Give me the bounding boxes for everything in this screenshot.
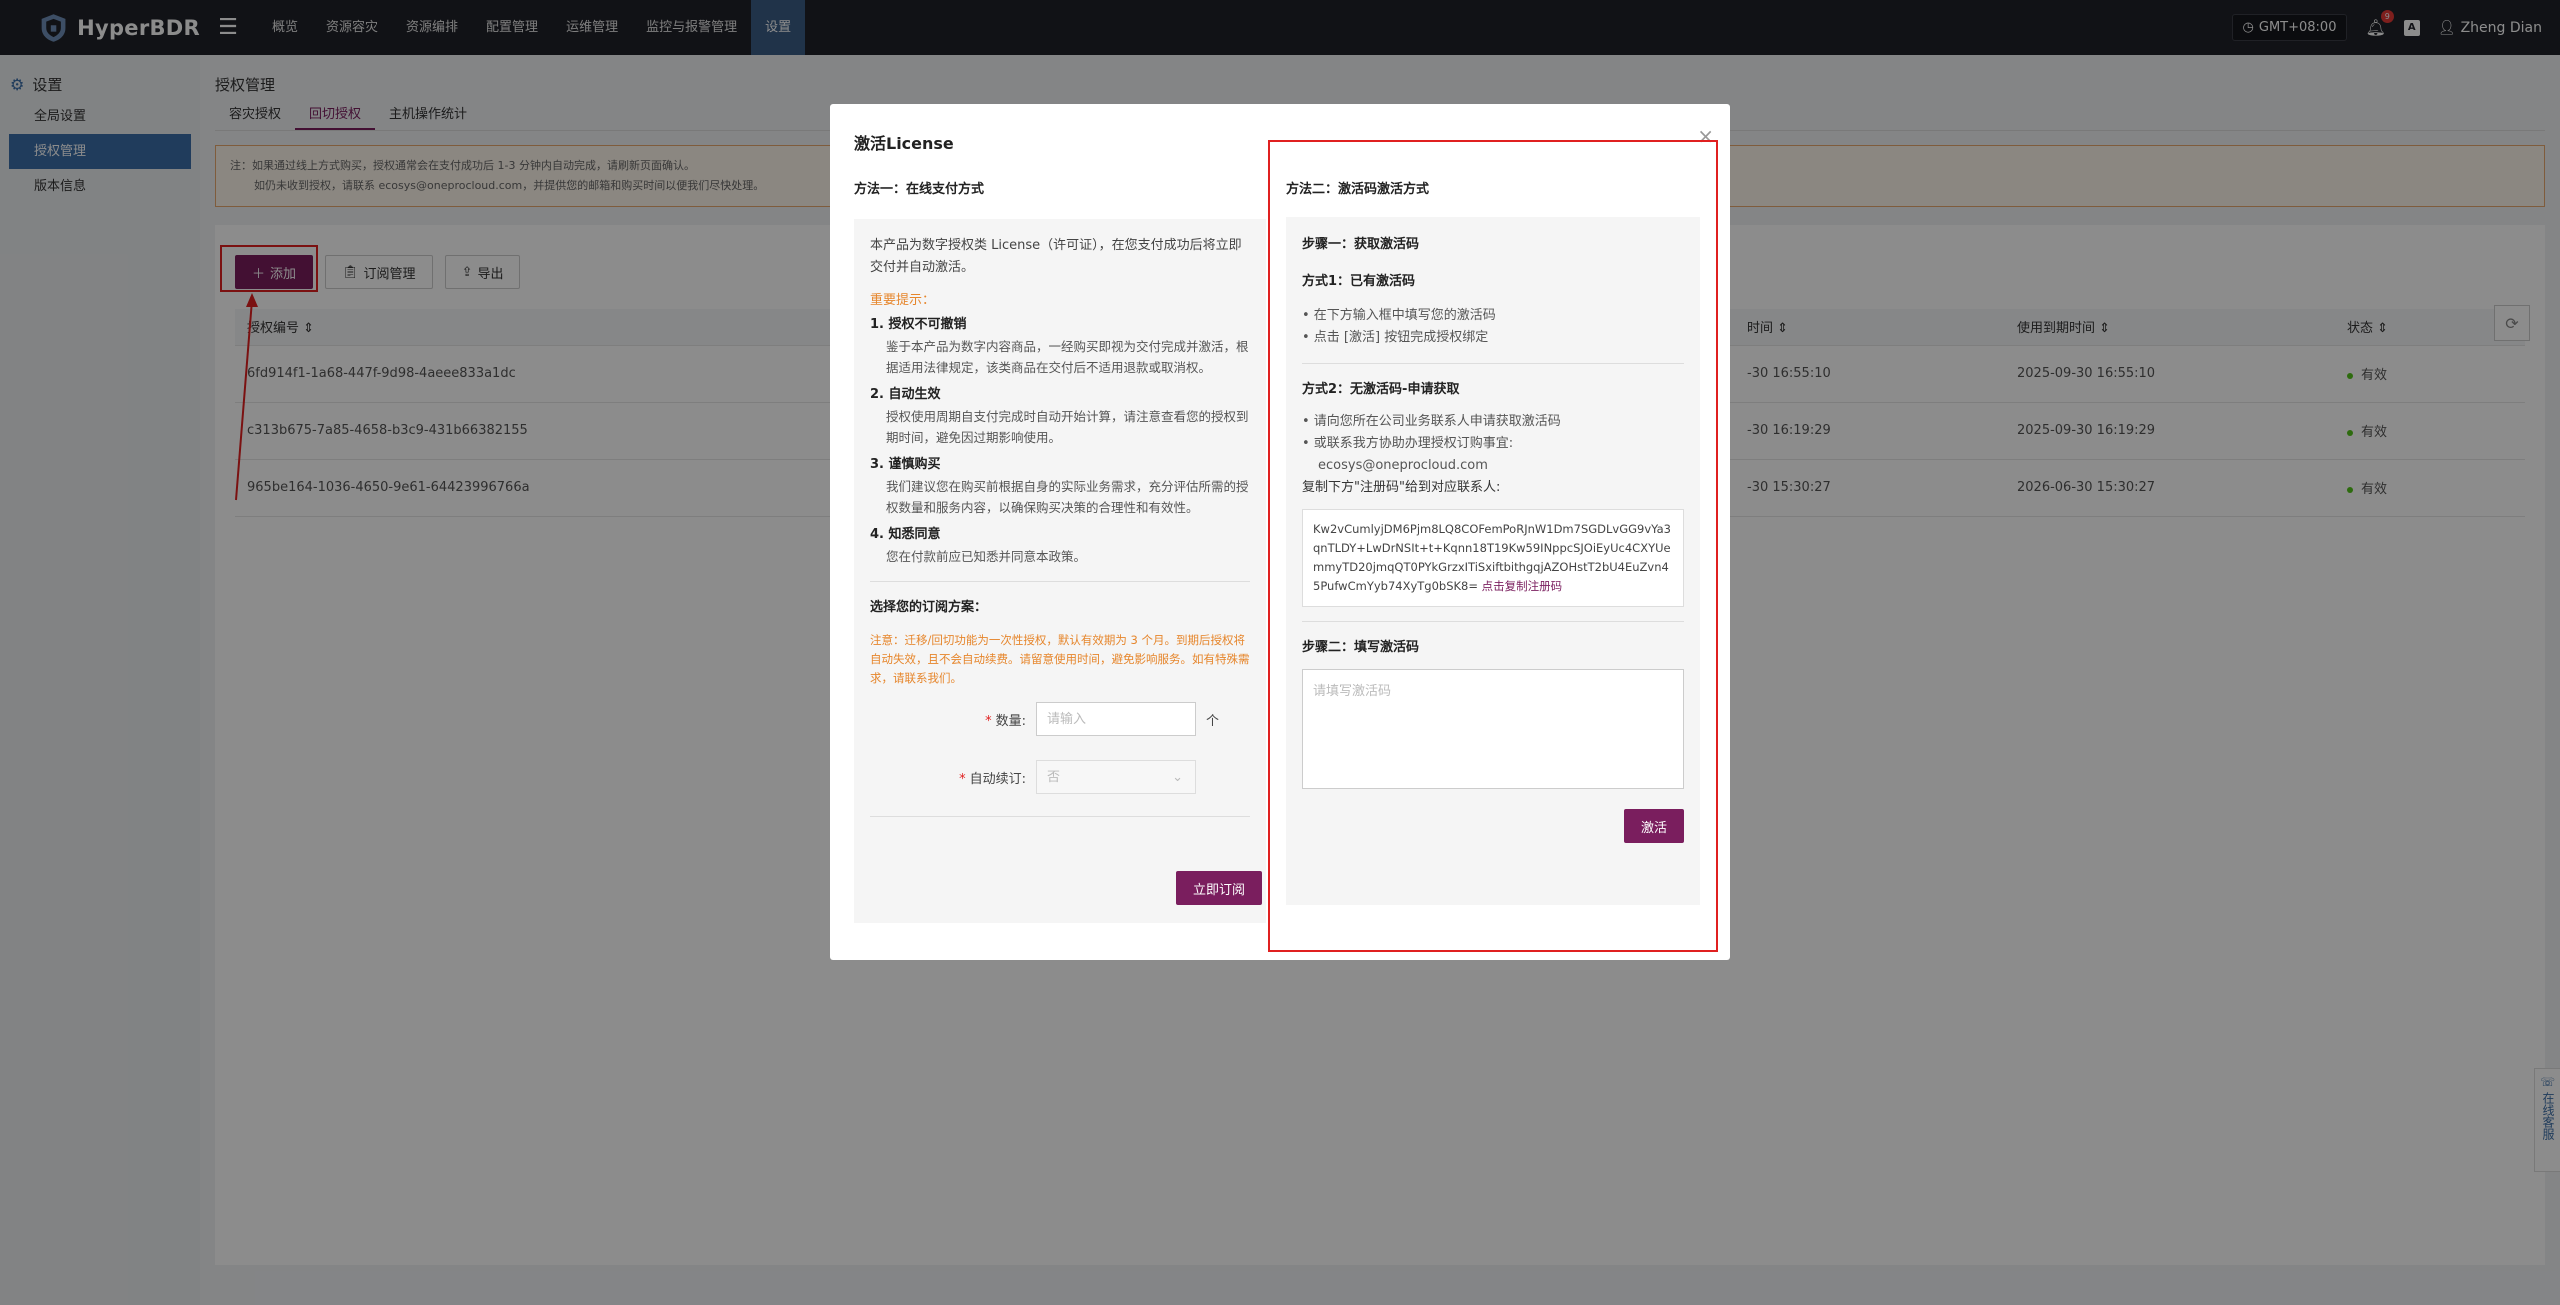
method-two-heading: 方法二：激活码激活方式	[1286, 182, 1430, 197]
contact-email[interactable]: ecosys@oneprocloud.com	[1302, 455, 1684, 477]
way-one-bullet: • 在下方输入框中填写您的激活码	[1302, 308, 1496, 323]
chevron-down-icon: ⌄	[1172, 770, 1183, 785]
payment-intro: 本产品为数字授权类 License（许可证），在您支付成功后将立即交付并自动激活…	[870, 238, 1242, 275]
point-text: 您在付款前应已知悉并同意本政策。	[886, 549, 1087, 564]
point-title: 3. 谨慎购买	[870, 457, 941, 472]
online-payment-section: 方法一：在线支付方式 本产品为数字授权类 License（许可证），在您支付成功…	[854, 178, 1266, 923]
point-text: 鉴于本产品为数字内容商品，一经购买即视为交付完成并激活，根据适用法律规定，该类商…	[886, 339, 1249, 375]
activation-code-input[interactable]: 请填写激活码	[1302, 669, 1684, 789]
point-text: 我们建议您在购买前根据自身的实际业务需求，充分评估所需的授权数量和服务内容，以确…	[886, 479, 1249, 515]
auto-renew-value: 否	[1047, 770, 1061, 785]
plan-note: 注意：迁移/回切功能为一次性授权，默认有效期为 3 个月。到期后授权将自动失效，…	[870, 633, 1250, 685]
quantity-row: * 数量: 请输入 个	[870, 702, 1250, 736]
subscribe-now-button[interactable]: 立即订阅	[1175, 871, 1262, 905]
registration-code-box: Kw2vCumlyjDM6Pjm8LQ8COFemPoRJnW1Dm7SGDLv…	[1302, 509, 1684, 607]
point-title: 4. 知悉同意	[870, 527, 941, 542]
method-one-heading: 方法一：在线支付方式	[854, 182, 985, 197]
auto-renew-row: * 自动续订: 否 ⌄	[870, 760, 1250, 794]
plan-title: 选择您的订阅方案：	[870, 600, 988, 615]
divider	[870, 816, 1250, 817]
auto-renew-select[interactable]: 否 ⌄	[1036, 760, 1196, 794]
activation-code-box: 步骤一：获取激活码 方式1：已有激活码 • 在下方输入框中填写您的激活码 • 点…	[1286, 217, 1700, 905]
activate-button[interactable]: 激活	[1623, 809, 1684, 843]
divider	[1302, 621, 1684, 622]
point-text: 授权使用周期自支付完成时自动开始计算，请注意查看您的授权到期时间，避免因过期影响…	[886, 409, 1249, 445]
way-two-bullet: • 或联系我方协助办理授权订购事宜:	[1302, 436, 1514, 451]
quantity-label: * 数量:	[985, 713, 1026, 729]
point-title: 1. 授权不可撤销	[870, 317, 967, 332]
copy-instruction: 复制下方"注册码"给到对应联系人:	[1302, 480, 1501, 495]
way-one-heading: 方式1：已有激活码	[1302, 274, 1416, 289]
important-tips-heading: 重要提示：	[870, 293, 936, 308]
divider	[1302, 363, 1684, 364]
copy-registration-code-link[interactable]: 点击复制注册码	[1482, 579, 1563, 593]
step-one-heading: 步骤一：获取激活码	[1302, 237, 1420, 252]
activate-license-modal: 激活License × 方法一：在线支付方式 本产品为数字授权类 License…	[830, 104, 1730, 960]
point-title: 2. 自动生效	[870, 387, 941, 402]
way-two-heading: 方式2：无激活码-申请获取	[1302, 382, 1460, 397]
way-two-bullet: • 请向您所在公司业务联系人申请获取激活码	[1302, 414, 1561, 429]
online-payment-box: 本产品为数字授权类 License（许可证），在您支付成功后将立即交付并自动激活…	[854, 219, 1266, 923]
auto-renew-label: * 自动续订:	[959, 771, 1026, 787]
divider	[870, 581, 1250, 582]
quantity-input[interactable]: 请输入	[1036, 702, 1196, 736]
quantity-unit: 个	[1206, 713, 1220, 729]
way-one-bullet: • 点击 [激活] 按钮完成授权绑定	[1302, 330, 1489, 345]
activation-code-section: 方法二：激活码激活方式 步骤一：获取激活码 方式1：已有激活码 • 在下方输入框…	[1268, 140, 1718, 952]
step-two-heading: 步骤二：填写激活码	[1302, 640, 1420, 655]
modal-title: 激活License	[854, 134, 954, 153]
